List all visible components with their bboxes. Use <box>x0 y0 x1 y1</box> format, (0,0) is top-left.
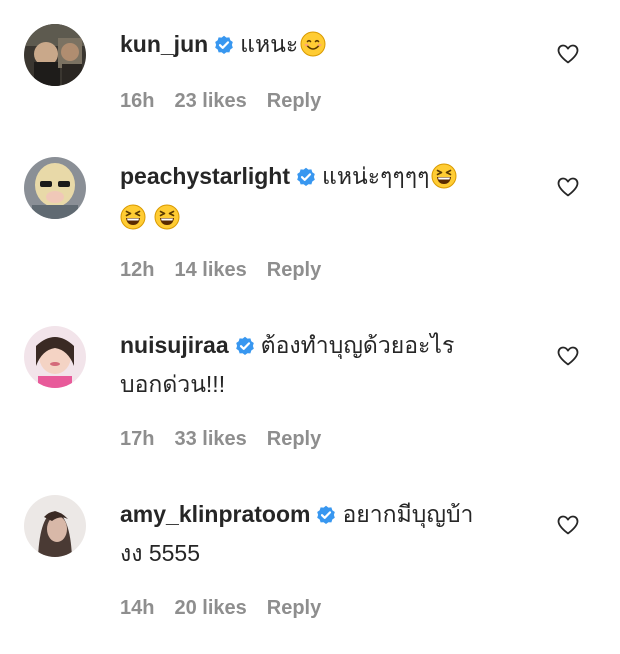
comment-meta: 12h 14 likes Reply <box>120 259 341 282</box>
comment-text: งง 5555 <box>120 540 201 566</box>
comment-time: 17h <box>120 428 155 450</box>
username[interactable]: kun_jun <box>120 31 208 57</box>
avatar[interactable] <box>24 495 86 557</box>
reply-button[interactable]: Reply <box>267 428 321 450</box>
heart-outline-icon[interactable] <box>556 175 580 199</box>
comment-time: 14h <box>120 597 155 619</box>
verified-badge-icon <box>296 161 316 197</box>
avatar[interactable] <box>24 24 86 86</box>
comment-text: แหนะ <box>240 31 299 57</box>
comment-body: amy_klinpratoom อยากมีบุญบ้า งง 5555 <box>120 496 540 571</box>
heart-outline-icon[interactable] <box>556 344 580 368</box>
heart-outline-icon[interactable] <box>556 42 580 66</box>
like-count[interactable]: 14 likes <box>174 259 246 281</box>
comment-text: แหน่ะๆๆๆๆ <box>322 163 430 189</box>
comment-text: ต้องทำบุญด้วยอะไร <box>260 332 455 358</box>
username[interactable]: peachystarlight <box>120 163 290 189</box>
reply-button[interactable]: Reply <box>267 90 321 112</box>
comment-meta: 14h 20 likes Reply <box>120 597 341 620</box>
comment-body: kun_jun แหนะ <box>120 26 540 67</box>
verified-badge-icon <box>214 29 234 65</box>
username[interactable]: nuisujiraa <box>120 332 229 358</box>
comment-meta: 17h 33 likes Reply <box>120 428 341 451</box>
like-count[interactable]: 20 likes <box>174 597 246 619</box>
grinning-squinting-face-emoji <box>154 204 180 240</box>
verified-badge-icon <box>316 499 336 535</box>
like-count[interactable]: 33 likes <box>174 428 246 450</box>
comment-body: nuisujiraa ต้องทำบุญด้วยอะไร บอกด่วน!!! <box>120 327 540 402</box>
smiling-face-emoji <box>300 31 326 67</box>
verified-badge-icon <box>235 330 255 366</box>
comment-time: 16h <box>120 90 155 112</box>
reply-button[interactable]: Reply <box>267 259 321 281</box>
comment-meta: 16h 23 likes Reply <box>120 90 341 113</box>
heart-outline-icon[interactable] <box>556 513 580 537</box>
avatar[interactable] <box>24 157 86 219</box>
avatar[interactable] <box>24 326 86 388</box>
comment-time: 12h <box>120 259 155 281</box>
grinning-squinting-face-emoji <box>120 204 146 240</box>
comment-text: บอกด่วน!!! <box>120 371 226 397</box>
username[interactable]: amy_klinpratoom <box>120 501 310 527</box>
reply-button[interactable]: Reply <box>267 597 321 619</box>
grinning-squinting-face-emoji <box>431 163 457 199</box>
comment-body: peachystarlight แหน่ะๆๆๆๆ <box>120 158 540 240</box>
like-count[interactable]: 23 likes <box>174 90 246 112</box>
comment-text: อยากมีบุญบ้า <box>342 501 474 527</box>
